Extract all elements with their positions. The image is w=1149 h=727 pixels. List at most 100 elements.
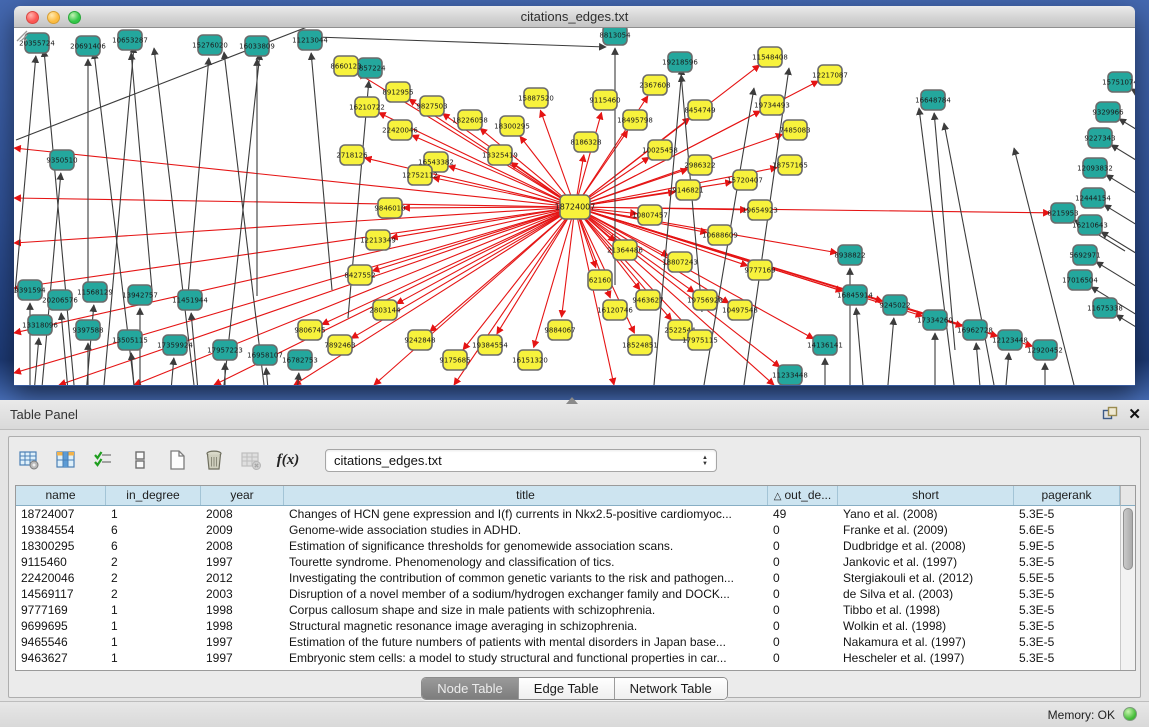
table-cell[interactable]: 1997 [201, 650, 284, 666]
table-cell[interactable]: 18724007 [16, 506, 106, 522]
table-cell[interactable]: 5.5E-5 [1014, 570, 1120, 586]
tab-node-table[interactable]: Node Table [422, 678, 519, 699]
table-row[interactable]: 1938455462009Genome-wide association stu… [16, 522, 1135, 538]
tab-edge-table[interactable]: Edge Table [519, 678, 615, 699]
table-cell[interactable]: 0 [768, 586, 838, 602]
table-cell[interactable]: Corpus callosum shape and size in male p… [284, 602, 768, 618]
table-cell[interactable]: 0 [768, 554, 838, 570]
table-row[interactable]: 946554611997Estimation of the future num… [16, 634, 1135, 650]
table-cell[interactable]: 1997 [201, 554, 284, 570]
table-cell[interactable]: 2008 [201, 506, 284, 522]
table-cell[interactable]: 0 [768, 634, 838, 650]
table-cell[interactable]: 22420046 [16, 570, 106, 586]
table-cell[interactable]: 6 [106, 522, 201, 538]
table-cell[interactable]: Embryonic stem cells: a model to study s… [284, 650, 768, 666]
table-cell[interactable]: 9115460 [16, 554, 106, 570]
column-header-short[interactable]: short [838, 486, 1014, 505]
table-cell[interactable]: Wolkin et al. (1998) [838, 618, 1014, 634]
table-cell[interactable]: 5.3E-5 [1014, 506, 1120, 522]
table-cell[interactable]: 2 [106, 554, 201, 570]
table-cell[interactable]: Changes of HCN gene expression and I(f) … [284, 506, 768, 522]
tab-network-table[interactable]: Network Table [615, 678, 727, 699]
table-settings-icon[interactable] [15, 446, 43, 474]
table-cell[interactable]: Stergiakouli et al. (2012) [838, 570, 1014, 586]
table-cell[interactable]: 0 [768, 650, 838, 666]
table-cell[interactable]: Franke et al. (2009) [838, 522, 1014, 538]
vertical-scrollbar[interactable] [1120, 506, 1135, 670]
table-cell[interactable]: 5.3E-5 [1014, 618, 1120, 634]
table-cell[interactable]: 5.9E-5 [1014, 538, 1120, 554]
table-cell[interactable]: 5.3E-5 [1014, 586, 1120, 602]
table-cell[interactable]: 9465546 [16, 634, 106, 650]
table-row[interactable]: 1830029562008Estimation of significance … [16, 538, 1135, 554]
table-row[interactable]: 2242004622012Investigating the contribut… [16, 570, 1135, 586]
network-view-canvas[interactable]: 2035572420691406106532871527602016033809… [14, 28, 1135, 385]
table-cell[interactable]: Tourette syndrome. Phenomenology and cla… [284, 554, 768, 570]
table-cell[interactable]: 5.3E-5 [1014, 650, 1120, 666]
table-cell[interactable]: 0 [768, 570, 838, 586]
function-builder-icon[interactable]: f(x) [274, 446, 302, 474]
table-row[interactable]: 911546021997Tourette syndrome. Phenomeno… [16, 554, 1135, 570]
resize-grip-icon[interactable] [14, 28, 28, 42]
table-cell[interactable]: 49 [768, 506, 838, 522]
table-cell[interactable]: 2008 [201, 538, 284, 554]
table-cell[interactable]: Yano et al. (2008) [838, 506, 1014, 522]
table-cell[interactable]: 5.6E-5 [1014, 522, 1120, 538]
float-panel-icon[interactable] [1102, 406, 1118, 422]
select-rows-icon[interactable] [89, 446, 117, 474]
table-cell[interactable]: 9463627 [16, 650, 106, 666]
table-cell[interactable]: 18300295 [16, 538, 106, 554]
table-cell[interactable]: 2012 [201, 570, 284, 586]
table-cell[interactable]: Dudbridge et al. (2008) [838, 538, 1014, 554]
table-cell[interactable]: 1 [106, 618, 201, 634]
table-cell[interactable]: 19384554 [16, 522, 106, 538]
table-cell[interactable]: 9777169 [16, 602, 106, 618]
table-cell[interactable]: 5.3E-5 [1014, 602, 1120, 618]
table-cell[interactable]: 1 [106, 634, 201, 650]
table-cell[interactable]: Investigating the contribution of common… [284, 570, 768, 586]
show-column-icon[interactable] [52, 446, 80, 474]
table-cell[interactable]: 1997 [201, 634, 284, 650]
table-cell[interactable]: Disruption of a novel member of a sodium… [284, 586, 768, 602]
table-cell[interactable]: Hescheler et al. (1997) [838, 650, 1014, 666]
table-row[interactable]: 969969511998Structural magnetic resonanc… [16, 618, 1135, 634]
table-cell[interactable]: Genome-wide association studies in ADHD. [284, 522, 768, 538]
table-cell[interactable]: 2 [106, 586, 201, 602]
new-file-icon[interactable] [163, 446, 191, 474]
table-cell[interactable]: Tibbo et al. (1998) [838, 602, 1014, 618]
table-cell[interactable]: 5.3E-5 [1014, 554, 1120, 570]
column-header-pagerank[interactable]: pagerank [1014, 486, 1120, 505]
column-header-in-degree[interactable]: in_degree [106, 486, 201, 505]
split-view-icon[interactable] [126, 446, 154, 474]
table-cell[interactable]: 0 [768, 522, 838, 538]
table-cell[interactable]: 0 [768, 618, 838, 634]
table-cell[interactable]: 0 [768, 538, 838, 554]
table-cell[interactable]: 2 [106, 570, 201, 586]
close-panel-icon[interactable]: ✕ [1128, 405, 1141, 423]
delete-trash-icon[interactable] [200, 446, 228, 474]
table-cell[interactable]: 1998 [201, 602, 284, 618]
table-row[interactable]: 1872400712008Changes of HCN gene express… [16, 506, 1135, 522]
column-header-name[interactable]: name [16, 486, 106, 505]
panel-splitter-grip[interactable] [566, 397, 578, 404]
column-header-title[interactable]: title [284, 486, 768, 505]
table-cell[interactable]: 1 [106, 602, 201, 618]
table-cell[interactable]: 0 [768, 602, 838, 618]
window-titlebar[interactable]: citations_edges.txt [14, 6, 1135, 28]
table-selector-dropdown[interactable]: citations_edges.txt ▲▼ [325, 449, 717, 472]
table-cell[interactable]: 5.3E-5 [1014, 634, 1120, 650]
table-cell[interactable]: 2003 [201, 586, 284, 602]
table-cell[interactable]: 9699695 [16, 618, 106, 634]
table-cell[interactable]: 1 [106, 650, 201, 666]
column-header-year[interactable]: year [201, 486, 284, 505]
table-cell[interactable]: de Silva et al. (2003) [838, 586, 1014, 602]
table-cell[interactable]: Nakamura et al. (1997) [838, 634, 1014, 650]
table-cell[interactable]: 2009 [201, 522, 284, 538]
table-cell[interactable]: Jankovic et al. (1997) [838, 554, 1014, 570]
table-cell[interactable]: 1998 [201, 618, 284, 634]
table-cell[interactable]: Estimation of significance thresholds fo… [284, 538, 768, 554]
network-graph[interactable]: 2035572420691406106532871527602016033809… [14, 28, 1135, 385]
column-header-out-de-[interactable]: △out_de... [768, 486, 838, 505]
table-cell[interactable]: Estimation of the future numbers of pati… [284, 634, 768, 650]
table-row[interactable]: 946362711997Embryonic stem cells: a mode… [16, 650, 1135, 666]
